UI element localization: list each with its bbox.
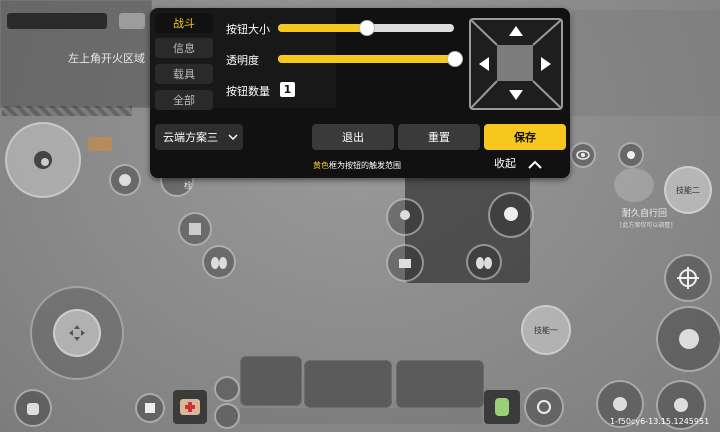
armor-button[interactable] <box>135 393 165 423</box>
button-count-value[interactable]: 1 <box>280 82 295 97</box>
skill-two-label: 技能二 <box>676 185 700 195</box>
medkit-icon <box>180 399 200 415</box>
save-button[interactable]: 保存 <box>484 124 566 150</box>
chevron-down-icon <box>228 133 238 140</box>
medkit-button[interactable] <box>173 390 207 424</box>
top-left-bar <box>7 13 107 29</box>
grid-icon <box>189 223 201 235</box>
aim-button[interactable] <box>664 254 712 302</box>
reload-icon <box>537 400 551 414</box>
tab-vehicle[interactable]: 载具 <box>155 64 213 84</box>
fire-icon <box>679 329 699 349</box>
tab-combat[interactable]: 战斗 <box>155 13 213 33</box>
armor-icon <box>145 403 155 413</box>
jump-icon <box>613 397 627 411</box>
button-size-knob[interactable] <box>359 20 375 36</box>
ammo-bar <box>240 408 482 424</box>
reset-button[interactable]: 重置 <box>398 124 480 150</box>
partial-sublabel: [此方案仅可以调整] <box>620 222 673 229</box>
sprint-icon <box>674 398 688 412</box>
lungs-icon <box>211 257 227 269</box>
opacity-fill <box>278 55 454 63</box>
crouch-button[interactable] <box>386 198 424 236</box>
position-dpad[interactable] <box>469 18 563 110</box>
backpack-icon <box>27 403 39 415</box>
skill-one-label: 技能一 <box>534 325 558 335</box>
skull-skill-button[interactable] <box>488 192 534 238</box>
lungs-button-center[interactable] <box>466 244 502 280</box>
hint-highlight: 黄色 <box>313 161 329 170</box>
left-fire-button[interactable] <box>5 122 81 198</box>
tab-all[interactable]: 全部 <box>155 90 213 110</box>
opacity-label: 透明度 <box>226 54 259 67</box>
opacity-knob[interactable] <box>447 51 463 67</box>
prone-button[interactable] <box>386 244 424 282</box>
skill-two-button[interactable]: 技能二 <box>664 166 712 214</box>
collapse-button[interactable]: 收起 <box>494 155 542 171</box>
eye-icon <box>576 150 590 160</box>
run-icon <box>627 151 635 159</box>
lean-icon <box>119 174 131 186</box>
emote-button[interactable] <box>618 142 644 168</box>
backpack-button[interactable] <box>14 389 52 427</box>
button-size-label: 按钮大小 <box>226 23 270 36</box>
small-item-button-bottom[interactable] <box>214 403 240 429</box>
orange-tag <box>88 137 112 151</box>
version-text: 1-f50cy6-13.15.1245951 <box>610 417 710 426</box>
heal-item-button[interactable] <box>484 390 520 424</box>
dpad-up-icon[interactable] <box>509 26 523 36</box>
button-size-fill <box>278 24 366 32</box>
right-top-area <box>572 10 720 116</box>
joystick-thumb[interactable] <box>53 309 101 357</box>
crouch-icon <box>400 210 410 220</box>
dpad-left-icon[interactable] <box>479 57 489 71</box>
striped-strip <box>2 106 132 116</box>
lungs-icon <box>476 257 492 269</box>
exit-button[interactable]: 退出 <box>312 124 394 150</box>
prone-icon <box>399 259 411 268</box>
button-size-slider[interactable] <box>278 20 454 36</box>
reload-button[interactable] <box>524 387 564 427</box>
partial-icon <box>614 168 654 202</box>
grenade-button[interactable] <box>178 212 212 246</box>
partial-info: 耐久自行回 [此方案仅可以调整] <box>614 168 673 230</box>
weapon-slot-2[interactable] <box>304 360 392 408</box>
trigger-range-hint: 黄色框为按钮的触发范围 <box>313 160 401 171</box>
movement-joystick[interactable] <box>30 286 124 380</box>
weapon-slot-3[interactable] <box>396 360 484 408</box>
opacity-slider[interactable] <box>278 51 463 67</box>
skull-icon <box>504 207 518 221</box>
dpad-down-icon[interactable] <box>509 90 523 100</box>
weapon-slot-1[interactable] <box>240 356 302 406</box>
dpad-right-icon[interactable] <box>541 57 551 71</box>
tab-info[interactable]: 信息 <box>155 38 213 58</box>
collapse-label: 收起 <box>494 157 516 170</box>
arrows-icon <box>69 325 85 341</box>
chevron-up-icon <box>527 160 542 169</box>
right-fire-button[interactable] <box>656 306 720 372</box>
lungs-button-left[interactable] <box>202 245 236 279</box>
eye-button[interactable] <box>570 142 596 168</box>
dpad-center <box>497 45 533 81</box>
bullet-icon <box>34 151 52 169</box>
partial-label: 耐久自行回 <box>622 209 668 219</box>
preset-label: 云端方案三 <box>163 131 218 144</box>
skill-one-button[interactable]: 技能一 <box>521 305 571 355</box>
fire-zone-label: 左上角开火区域 <box>68 52 145 65</box>
heal-icon <box>495 398 509 416</box>
lean-left-button[interactable] <box>109 164 141 196</box>
hint-text: 框为按钮的触发范围 <box>329 161 401 170</box>
preset-dropdown[interactable]: 云端方案三 <box>155 124 243 150</box>
top-left-icon <box>119 13 145 29</box>
button-count-label: 按钮数量 <box>226 85 270 98</box>
small-item-button-top[interactable] <box>214 376 240 402</box>
crosshair-icon <box>677 267 699 289</box>
